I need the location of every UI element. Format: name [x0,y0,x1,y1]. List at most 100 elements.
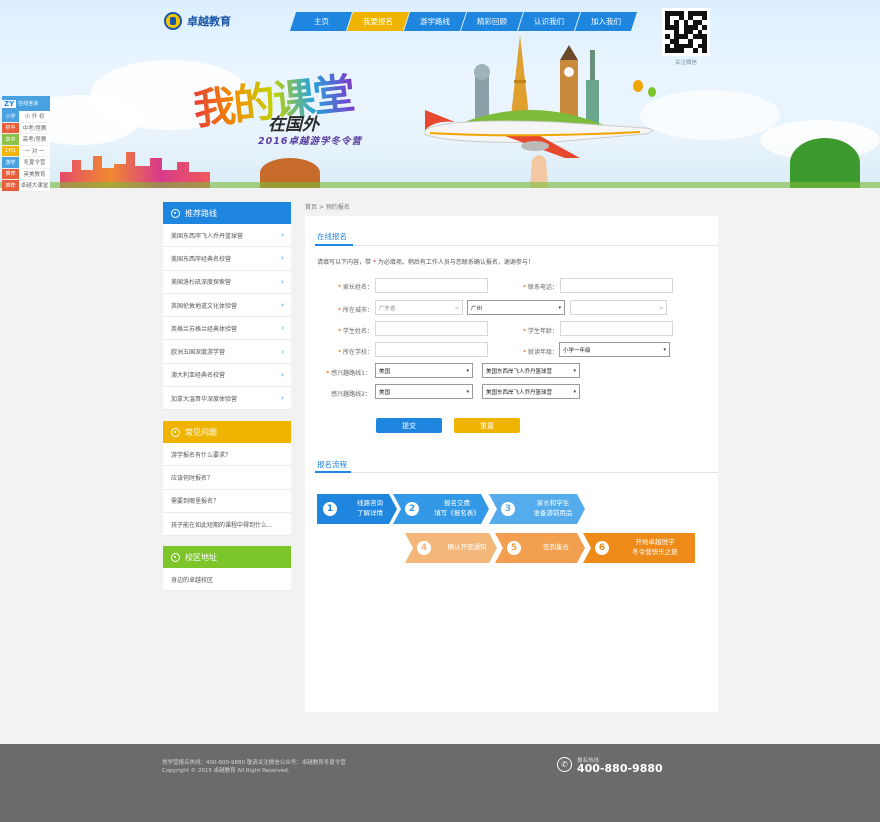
route2-route-select[interactable]: 美国东西岸飞人乔丹篮球营 ▾ [482,384,580,399]
sidebar-item-label: 澳大利亚经典名校营 [171,372,226,380]
float-item[interactable]: 小学小 升 初 [2,111,50,123]
parent-name-input[interactable] [375,278,488,293]
float-item[interactable]: 游学 冬夏令营 [2,157,50,169]
step-label: 签到集合 [527,543,585,553]
nav-item-5[interactable]: 加入我们 [574,12,638,31]
float-text: 中考/竞赛 [22,125,47,132]
process-title: 报名流程 [317,460,347,469]
sidebar-item-routes[interactable]: 澳大利亚经典名校营 › [163,364,291,388]
nav-item-4[interactable]: 认识我们 [517,12,581,31]
sidebar-item-campus[interactable]: 身边的卓越校区 [163,568,291,592]
student-name-input[interactable] [375,321,488,336]
float-brand: ZY [2,99,17,108]
sidebar-item-routes[interactable]: 美国洛杉矶深度探索营 › [163,271,291,294]
nav-item-3[interactable]: 精彩回顾 [460,12,524,31]
sidebar-item-faq[interactable]: 应该何时报名？ [163,466,291,490]
qr-caption: 关注微信 [674,60,697,66]
float-head-text: 在线咨询 [18,101,39,107]
title-underline [315,244,353,246]
form-title: 在线报名 [317,232,347,241]
sidebar-faq-title-text: 常见问题 [185,427,217,437]
chevron-down-icon: ▾ [663,346,666,353]
sidebar-faq-title: 常见问题 [163,421,291,443]
grade-select[interactable]: 小学一年级 ▾ [559,342,670,357]
float-tag: 游学 [2,157,19,168]
route1-country-value: 美国 [379,368,391,375]
float-tag: 推荐 [2,168,19,179]
qr-code-icon [662,8,710,56]
sidebar-item-faq[interactable]: 需要到哪里报名？ [163,490,291,513]
chevron-right-icon: › [281,254,284,263]
float-item[interactable]: 推荐 英美教育 [2,168,50,180]
sidebar-item-routes[interactable]: 英格兰苏格兰经典体验营 › [163,317,291,341]
logo[interactable]: 卓越教育 [164,10,231,32]
chevron-right-icon: › [281,347,284,356]
logo-text: 卓越教育 [187,15,231,28]
student-age-input[interactable] [560,321,673,336]
nav-item-0[interactable]: 主页 [289,12,353,31]
grade-label: * 就读年级： [523,349,558,356]
step-label: 开始卓越悦学 冬令营快乐之旅 [615,538,695,558]
footer: 悦学营报名热线：400-800-9880 敬请关注微信公众号：卓越教育冬夏令营 … [0,744,880,822]
province-select[interactable]: 广东省 ⌵ [375,300,463,315]
chevron-right-icon: › [281,394,284,403]
chevron-right-icon: › [281,301,284,310]
sidebar-item-routes[interactable]: 加拿大温哥华深度体验营 › [163,387,291,411]
nav-item-label: 加入我们 [591,17,621,26]
process-step-4: 4 确认开营通知 [405,533,497,563]
float-text: 冬夏令营 [23,160,46,167]
grass-strip [0,182,880,188]
sidebar-item-faq[interactable]: 孩子能在如此短期的课程中得到什么... [163,513,291,537]
sidebar-item-routes[interactable]: 美国东西岸飞人乔丹篮球营 › [163,224,291,248]
logo-icon [164,12,182,30]
process-step-1: 1 线路咨询 了解详情 [317,494,397,524]
sidebar-item-routes[interactable]: 美国东西岸经典名校营 › [163,247,291,271]
city-select[interactable]: 广州 ▾ [467,300,565,315]
divider [315,245,718,246]
nav-item-2[interactable]: 游学路线 [403,12,467,31]
reset-button[interactable]: 重置 [454,418,520,433]
step-label: 线路咨询 了解详情 [343,499,397,519]
form-notice: 请填写以下内容，带 * 为必填项。稍后有工作人员与您联系确认报名，谢谢参与！ [317,257,534,266]
route1-route-select[interactable]: 美国东西岸飞人乔丹篮球营 ▾ [482,363,580,378]
school-input[interactable] [375,342,488,357]
chevron-down-icon: ▾ [573,388,576,395]
sidebar-item-routes[interactable]: 英国伦敦地道文化体验营 › [163,294,291,318]
district-select[interactable]: ⌵ [570,300,667,315]
route1-country-select[interactable]: 美国 ▾ [375,363,473,378]
float-text: 高考/竞赛 [22,137,47,144]
nav-item-label: 主页 [313,17,329,26]
location-icon [171,552,180,562]
float-item[interactable]: 初中 中考/竞赛 [2,122,50,134]
school-label: * 所在学校： [338,349,373,356]
nav-item-1[interactable]: 我要报名 [346,12,410,31]
hotline-number[interactable]: 400-880-9880 [577,762,663,775]
step-number: 6 [595,541,609,555]
float-item[interactable]: 高中 高考/竞赛 [2,134,50,146]
step-number: 1 [323,502,337,516]
sidebar-item-label: 需要到哪里报名？ [171,498,220,506]
breadcrumb[interactable]: 首页 > 预约报名 [305,202,350,211]
student-name-label: * 学生姓名： [338,328,373,335]
process-step-3: 3 家长和学生 准备游前用品 [489,494,585,524]
submit-button[interactable]: 提交 [376,418,442,433]
process-step-5: 5 签到集合 [495,533,585,563]
sidebar-item-faq[interactable]: 游学报名有什么要求？ [163,443,291,467]
float-head[interactable]: ZY 在线咨询 [2,96,50,111]
float-item[interactable]: 1对1 一 对 一 [2,145,50,157]
float-item[interactable]: 推荐 卓越大课堂 [2,180,50,192]
step-label-line: 家长和学生 [536,499,570,508]
phone-label: * 联系电话： [523,284,558,291]
chevron-down-icon: ⌵ [455,304,459,311]
chevron-down-icon: ▾ [573,367,576,374]
step-label-line: 了解详情 [357,509,383,517]
sidebar-item-routes[interactable]: 欧洲五国深度游学营 › [163,340,291,364]
main-nav: 主页 我要报名 游学路线 精彩回顾 认识我们 加入我们 [289,12,638,31]
chevron-right-icon: › [281,231,284,240]
process-step-2: 2 报名交费 填写《报名表》 [393,494,489,524]
nav-item-label: 我要报名 [363,17,393,26]
tree-right [790,138,860,188]
registration-panel: 在线报名 请填写以下内容，带 * 为必填项。稍后有工作人员与您联系确认报名，谢谢… [305,216,718,712]
phone-input[interactable] [560,278,673,293]
route2-country-select[interactable]: 美国 ▾ [375,384,473,399]
